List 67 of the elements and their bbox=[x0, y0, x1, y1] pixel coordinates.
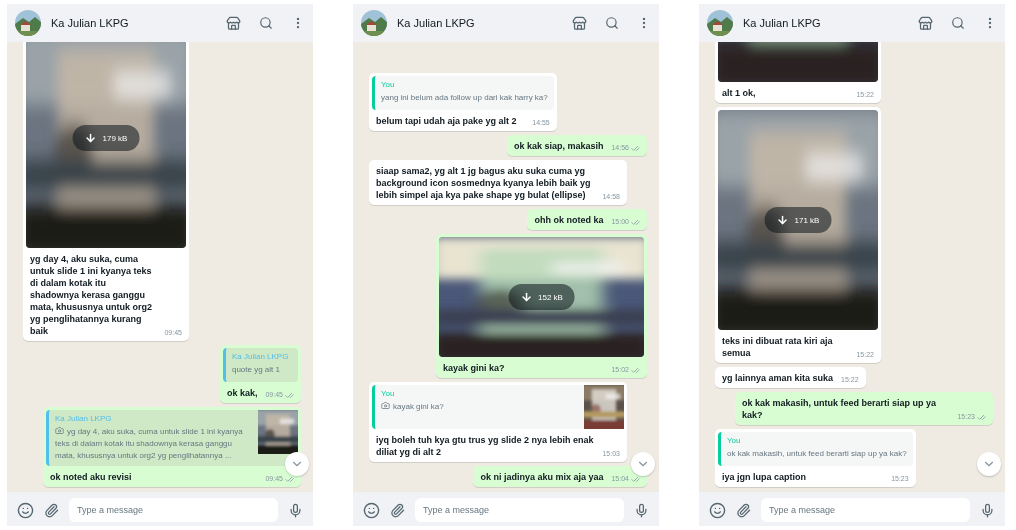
message-input[interactable]: Type a message bbox=[415, 498, 624, 522]
message-text: alt 1 ok, bbox=[722, 87, 757, 99]
arrow-down-icon bbox=[84, 132, 97, 144]
arrow-down-icon bbox=[520, 291, 533, 303]
emoji-icon[interactable] bbox=[363, 501, 380, 519]
double-check-icon bbox=[631, 365, 640, 375]
quote-text: ok kak makasih, untuk feed berarti siap up ya kak? bbox=[727, 448, 907, 460]
download-button[interactable]: 152 kB bbox=[508, 284, 575, 310]
arrow-down-icon bbox=[776, 214, 789, 226]
quoted-message[interactable]: You ok kak makasih, untuk feed berarti siap up ya kak? bbox=[718, 432, 913, 466]
mic-icon[interactable] bbox=[634, 502, 649, 518]
message-text: yg day 4, aku suka, cuma untuk slide 1 ini kyanya teks di dalam kotak itu shadownya kerasa ganggu mata, khususnya untuk org2 yg penglihatannya kurang baik bbox=[30, 253, 154, 337]
attach-icon[interactable] bbox=[44, 502, 59, 518]
quote-text: quote yg alt 1 bbox=[231, 364, 281, 376]
contact-name[interactable]: Ka Julian LKPG bbox=[743, 17, 900, 29]
attach-icon[interactable] bbox=[736, 502, 751, 518]
double-check-icon bbox=[285, 390, 294, 400]
quoted-message[interactable]: Ka Julian LKPG quote yg alt 1 bbox=[222, 348, 298, 382]
quote-author: You bbox=[727, 436, 742, 445]
emoji-icon[interactable] bbox=[17, 501, 34, 519]
emoji-icon[interactable] bbox=[709, 501, 726, 519]
search-icon[interactable] bbox=[951, 16, 965, 30]
message-text: ok noted aku revisi bbox=[50, 471, 133, 483]
message-text: ok kak makasih, untuk feed berarti siap up ya kak? bbox=[742, 397, 938, 421]
mic-icon[interactable] bbox=[288, 502, 303, 518]
double-check-icon bbox=[631, 143, 640, 153]
quote-text: yg day 4, aku suka, cuma untuk slide 1 ini kyanya teks di dalam kotak itu shadownya kerasa ganggu mata, khususnya untuk org2 yg penglihatannya ... bbox=[55, 426, 244, 462]
message-text: ok kak siap, makasih bbox=[513, 140, 604, 152]
message-text: siaap sama2, yg alt 1 jg bagus aku suka cuma yg background icon sosmednya kyanya lebih baik yg lebih simpel aja kya pake shape yg bulat (ellipse) bbox=[376, 165, 592, 201]
message-text: kayak gini ka? bbox=[443, 362, 506, 374]
quote-text: yang ini belum ada follow up dari kak harry ka? bbox=[381, 92, 548, 104]
store-icon[interactable] bbox=[918, 15, 933, 31]
download-button[interactable]: 179 kB bbox=[72, 125, 140, 151]
quote-text: kayak gini ka? bbox=[381, 401, 578, 413]
attach-icon[interactable] bbox=[390, 502, 405, 518]
quoted-message[interactable]: You yang ini belum ada follow up dari kak harry ka? bbox=[372, 76, 554, 110]
message-input[interactable]: Type a message bbox=[761, 498, 970, 522]
download-button[interactable]: 171 kB bbox=[764, 207, 832, 233]
quote-author: Ka Julian LKPG bbox=[231, 352, 290, 361]
store-icon[interactable] bbox=[572, 15, 587, 31]
message-text: iya jgn lupa caption bbox=[722, 471, 807, 483]
camera-icon bbox=[381, 401, 390, 410]
quoted-message[interactable]: You kayak gini ka? bbox=[372, 385, 624, 429]
quote-author: Ka Julian LKPG bbox=[55, 414, 113, 423]
message-text: ohh ok noted ka bbox=[534, 214, 604, 226]
message-text: belum tapi udah aja pake yg alt 2 bbox=[376, 115, 518, 127]
search-icon[interactable] bbox=[605, 16, 619, 30]
double-check-icon bbox=[285, 474, 294, 484]
quoted-message[interactable]: Ka Julian LKPG yg day 4, aku suka, cuma untuk slide 1 ini kyanya teks di dalam kotak itu shadownya kerasa ganggu mata, khususnya untuk org2 yg penglihatannya ... bbox=[46, 410, 298, 466]
double-check-icon bbox=[631, 217, 640, 227]
scroll-down-button[interactable] bbox=[285, 452, 309, 476]
camera-icon bbox=[55, 426, 64, 435]
double-check-icon bbox=[977, 412, 986, 422]
store-icon[interactable] bbox=[226, 15, 241, 31]
quote-author: You bbox=[381, 389, 396, 398]
search-icon[interactable] bbox=[259, 16, 273, 30]
message-text: teks ini dibuat rata kiri aja semua bbox=[722, 335, 834, 359]
message-text: iyq boleh tuh kya gtu trus yg slide 2 nya lebih enak diliat yg di alt 2 bbox=[376, 434, 595, 458]
mic-icon[interactable] bbox=[980, 502, 995, 518]
double-check-icon bbox=[631, 474, 640, 484]
message-text: ok ni jadinya aku mix aja yaa bbox=[480, 471, 604, 483]
quote-author: You bbox=[381, 80, 396, 89]
contact-name[interactable]: Ka Julian LKPG bbox=[51, 17, 208, 29]
contact-name[interactable]: Ka Julian LKPG bbox=[397, 17, 554, 29]
message-input[interactable]: Type a message bbox=[69, 498, 278, 522]
message-text: ok kak, bbox=[226, 387, 258, 399]
message-text: yg lainnya aman kita suka bbox=[722, 372, 834, 384]
